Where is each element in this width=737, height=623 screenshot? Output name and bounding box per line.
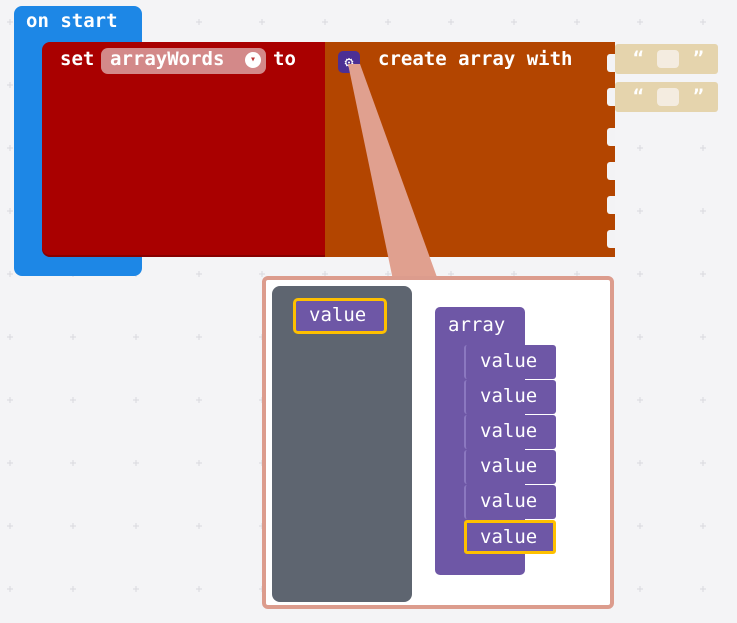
set-label: set xyxy=(60,48,95,70)
gear-icon[interactable]: ⚙ xyxy=(338,51,360,73)
array-input-slot xyxy=(607,54,615,72)
to-label: to xyxy=(273,48,296,70)
open-quote: “ xyxy=(633,48,644,69)
array-value-label: value xyxy=(480,455,538,477)
array-value-label: value xyxy=(480,526,538,548)
array-value-label: value xyxy=(480,420,538,442)
array-input-slot xyxy=(607,196,615,214)
set-variable-block[interactable] xyxy=(42,42,325,257)
string-input-field[interactable] xyxy=(657,50,679,68)
array-value-label: value xyxy=(480,490,538,512)
open-quote: “ xyxy=(633,86,644,107)
array-value-label: value xyxy=(480,350,538,372)
array-value-label: value xyxy=(480,385,538,407)
dropdown-arrow-icon[interactable]: ▾ xyxy=(245,52,261,68)
on-start-label: on start xyxy=(26,10,118,32)
variable-name: arrayWords xyxy=(110,48,225,70)
array-input-slot xyxy=(607,88,615,106)
flyout-value-label: value xyxy=(309,304,367,326)
create-array-label: create array with xyxy=(378,48,573,70)
array-label: array xyxy=(448,314,506,336)
close-quote: ” xyxy=(693,86,704,107)
array-input-slot xyxy=(607,162,615,180)
array-input-slot xyxy=(607,230,615,248)
string-input-field[interactable] xyxy=(657,88,679,106)
create-array-block[interactable] xyxy=(325,42,615,257)
close-quote: ” xyxy=(693,48,704,69)
array-input-slot xyxy=(607,128,615,146)
